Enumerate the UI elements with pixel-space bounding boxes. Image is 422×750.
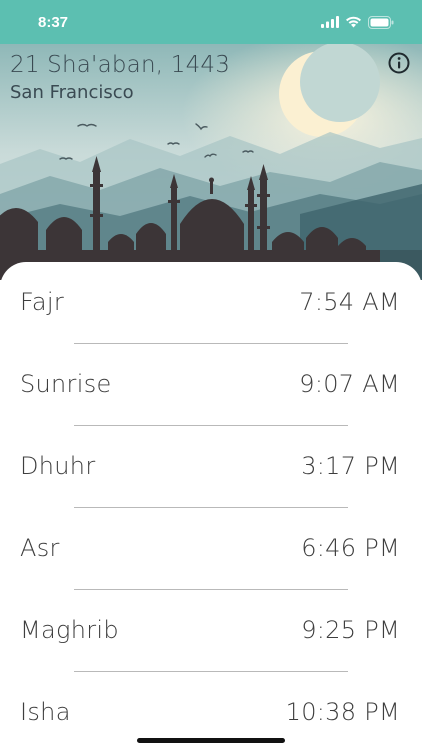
prayer-row-maghrib: Maghrib 9:25 PM bbox=[0, 590, 422, 672]
signal-icon bbox=[321, 16, 339, 28]
prayer-name: Isha bbox=[20, 698, 71, 726]
status-bar: 8:37 bbox=[0, 0, 422, 44]
status-time: 8:37 bbox=[38, 13, 69, 31]
prayer-name: Maghrib bbox=[20, 616, 119, 644]
prayer-row-dhuhr: Dhuhr 3:17 PM bbox=[0, 426, 422, 508]
prayer-row-fajr: Fajr 7:54 AM bbox=[0, 262, 422, 344]
battery-icon bbox=[368, 15, 394, 29]
prayer-name: Dhuhr bbox=[20, 452, 96, 480]
status-icons bbox=[321, 15, 394, 29]
prayer-time: 6:46 PM bbox=[301, 534, 400, 562]
prayer-time: 9:07 AM bbox=[299, 370, 400, 398]
hijri-date: 21 Sha'aban, 1443 bbox=[10, 52, 231, 78]
prayer-name: Asr bbox=[20, 534, 60, 562]
prayer-time: 7:54 AM bbox=[299, 288, 400, 316]
prayer-time: 3:17 PM bbox=[301, 452, 400, 480]
city-name: San Francisco bbox=[10, 82, 134, 103]
prayer-time: 9:25 PM bbox=[301, 616, 400, 644]
prayer-name: Fajr bbox=[20, 288, 65, 316]
prayer-name: Sunrise bbox=[20, 370, 112, 398]
info-icon[interactable] bbox=[388, 52, 410, 74]
prayer-row-asr: Asr 6:46 PM bbox=[0, 508, 422, 590]
prayer-times-list: Fajr 7:54 AM Sunrise 9:07 AM Dhuhr 3:17 … bbox=[0, 262, 422, 750]
prayer-time: 10:38 PM bbox=[285, 698, 400, 726]
header-banner: 21 Sha'aban, 1443 San Francisco bbox=[0, 44, 422, 280]
home-indicator[interactable] bbox=[137, 738, 285, 743]
prayer-row-sunrise: Sunrise 9:07 AM bbox=[0, 344, 422, 426]
wifi-icon bbox=[346, 16, 361, 28]
mosque-landscape-illustration bbox=[0, 44, 422, 280]
